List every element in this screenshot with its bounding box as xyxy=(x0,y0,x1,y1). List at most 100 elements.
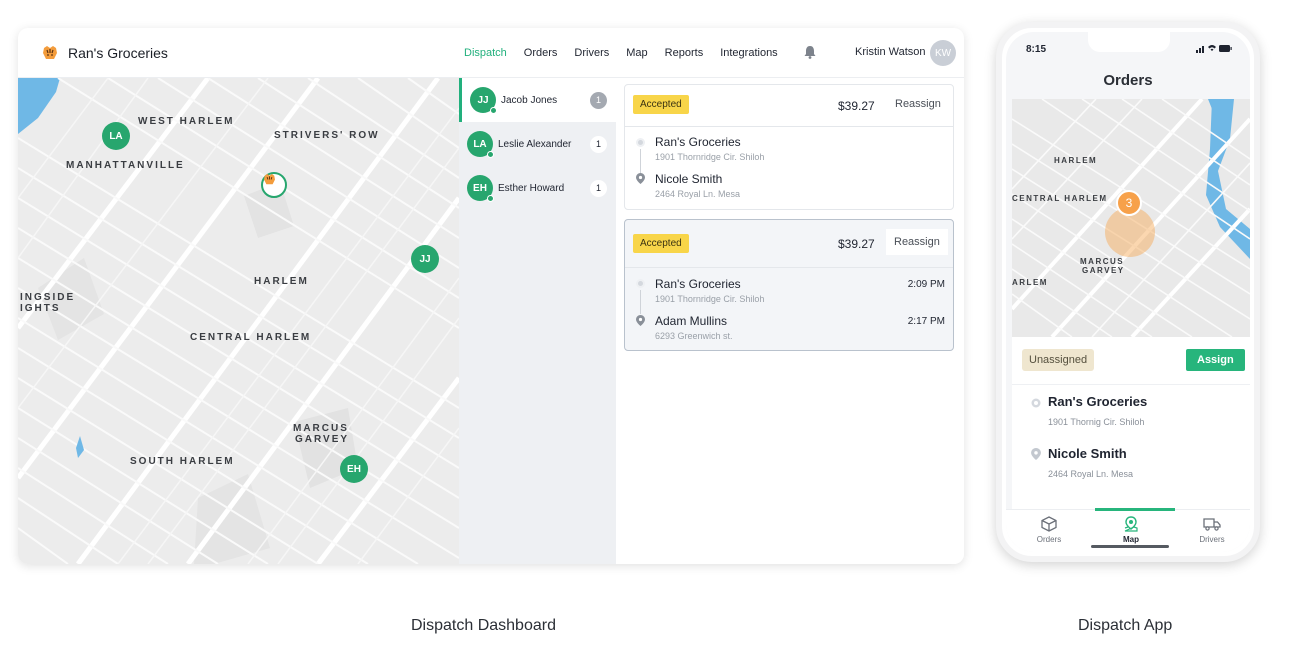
map-label-garvey: GARVEY xyxy=(295,434,350,445)
driver-avatar: EH xyxy=(467,175,494,202)
map-label-west-harlem: WEST HARLEM xyxy=(138,116,235,127)
driver-pin-eh[interactable]: EH xyxy=(340,455,368,483)
nav-integrations[interactable]: Integrations xyxy=(720,47,777,59)
map-label-strivers-row: STRIVERS' ROW xyxy=(274,130,380,141)
driver-item-jacob-jones[interactable]: JJ Jacob Jones 1 xyxy=(459,78,616,122)
driver-pin-la[interactable]: LA xyxy=(102,122,130,150)
status-time: 8:15 xyxy=(1026,44,1047,55)
store-pin[interactable] xyxy=(261,172,287,198)
driver-pin-jj[interactable]: JJ xyxy=(411,245,439,273)
dropoff-address: 2464 Royal Ln. Mesa xyxy=(655,189,741,199)
dispatch-dashboard-window: Ran's Groceries Dispatch Orders Drivers … xyxy=(18,28,964,564)
pickup-name: Ran's Groceries xyxy=(655,135,741,149)
map-label-central-harlem: CENTRAL HARLEM xyxy=(190,332,312,343)
online-dot xyxy=(487,151,494,158)
driver-avatar: JJ xyxy=(470,87,497,114)
order-card-header: Accepted $39.27 Reassign xyxy=(625,220,953,268)
phone-frame: 8:15 Orders HARLEM CENTRAL HARLEM MARCUS… xyxy=(996,22,1260,562)
nav-drivers[interactable]: Drivers xyxy=(574,47,609,59)
dropoff-time: 2:17 PM xyxy=(907,316,945,327)
dropoff-stop: Nicole Smith 2464 Royal Ln. Mesa xyxy=(655,172,740,199)
order-cluster-marker[interactable]: 3 xyxy=(1116,190,1142,216)
pickup-address: 1901 Thornridge Cir. Shiloh xyxy=(655,152,765,162)
driver-order-count: 1 xyxy=(590,135,607,153)
map-label-manhattanville: MANHATTANVILLE xyxy=(66,160,185,171)
driver-initials: EH xyxy=(473,182,487,194)
dispatch-map[interactable]: WEST HARLEM STRIVERS' ROW MANHATTANVILLE… xyxy=(18,78,459,564)
brand[interactable]: Ran's Groceries xyxy=(42,45,168,61)
map-label-heights: IGHTS xyxy=(20,303,61,314)
user-avatar[interactable]: KW xyxy=(930,40,956,66)
nav-reports[interactable]: Reports xyxy=(665,47,704,59)
pickup-stop: Ran's Groceries 1901 Thornig Cir. Shiloh xyxy=(1048,394,1147,427)
status-icons xyxy=(1196,45,1232,53)
order-card-header: Accepted $39.27 Reassign xyxy=(625,85,953,127)
tab-orders[interactable]: Orders xyxy=(1019,516,1079,544)
main-nav: Dispatch Orders Drivers Map Reports Inte… xyxy=(464,28,795,78)
dropoff-address: 6293 Greenwich st. xyxy=(655,331,733,341)
driver-name: Leslie Alexander xyxy=(498,138,572,150)
driver-initials: JJ xyxy=(477,94,489,106)
tab-label: Orders xyxy=(1036,535,1062,544)
order-card-selected[interactable]: Accepted $39.27 Reassign Ran's Groceries… xyxy=(624,219,954,351)
order-price: $39.27 xyxy=(838,237,875,251)
reassign-button[interactable]: Reassign xyxy=(887,91,949,117)
screen-title: Orders xyxy=(1103,72,1153,89)
status-badge: Accepted xyxy=(633,95,689,114)
online-dot xyxy=(490,107,497,114)
map-label-marcus: MARCUS xyxy=(293,423,349,434)
nav-map[interactable]: Map xyxy=(626,47,647,59)
driver-initials: LA xyxy=(473,138,487,150)
status-badge: Unassigned xyxy=(1022,349,1095,371)
pickup-name: Ran's Groceries xyxy=(655,277,741,291)
assign-button[interactable]: Assign xyxy=(1186,349,1245,371)
dropoff-name: Nicole Smith xyxy=(1048,446,1127,461)
driver-item-leslie-alexander[interactable]: LA Leslie Alexander 1 xyxy=(459,122,616,166)
driver-order-count: 1 xyxy=(590,179,607,197)
route-line xyxy=(640,290,641,314)
dropoff-stop: Adam Mullins 6293 Greenwich st. xyxy=(655,314,733,341)
order-card[interactable]: Accepted $39.27 Reassign Ran's Groceries… xyxy=(624,84,954,210)
pickup-dot-icon xyxy=(636,138,645,147)
driver-avatar: LA xyxy=(467,131,494,158)
pickup-time: 2:09 PM xyxy=(907,279,945,290)
map-label-south-harlem: SOUTH HARLEM xyxy=(130,456,235,467)
nav-orders[interactable]: Orders xyxy=(524,47,558,59)
pickup-address: 1901 Thornig Cir. Shiloh xyxy=(1048,417,1145,427)
dropoff-stop: Nicole Smith 2464 Royal Ln. Mesa xyxy=(1048,446,1133,479)
location-pin-icon xyxy=(1031,448,1041,460)
tiger-logo-icon xyxy=(43,45,57,59)
caption-dashboard: Dispatch Dashboard xyxy=(411,617,556,634)
caption-app: Dispatch App xyxy=(1078,617,1173,634)
pickup-dot-icon xyxy=(636,279,645,288)
dropoff-name: Adam Mullins xyxy=(655,314,728,328)
active-tab-indicator xyxy=(1095,508,1175,511)
phone-order-card[interactable]: Unassigned Assign Ran's Groceries 1901 T… xyxy=(1012,337,1250,509)
dropoff-address: 2464 Royal Ln. Mesa xyxy=(1048,469,1134,479)
phone-notch xyxy=(1088,32,1170,52)
status-badge: Accepted xyxy=(633,234,689,253)
truck-icon xyxy=(1203,518,1221,531)
user-name[interactable]: Kristin Watson xyxy=(855,46,926,58)
phone-screen: 8:15 Orders HARLEM CENTRAL HARLEM MARCUS… xyxy=(1006,32,1250,552)
reassign-button[interactable]: Reassign xyxy=(886,229,948,255)
tiger-logo-icon xyxy=(264,174,275,185)
map-label-harlem: HARLEM xyxy=(1054,156,1098,165)
tab-map[interactable]: Map xyxy=(1101,516,1161,544)
top-bar: Ran's Groceries Dispatch Orders Drivers … xyxy=(18,28,964,78)
driver-name: Esther Howard xyxy=(498,182,565,194)
orders-panel: Accepted $39.27 Reassign Ran's Groceries… xyxy=(616,78,964,564)
tab-drivers[interactable]: Drivers xyxy=(1182,516,1242,544)
nav-dispatch[interactable]: Dispatch xyxy=(464,47,507,59)
pickup-dot-icon xyxy=(1031,398,1041,408)
map-label-harlem: HARLEM xyxy=(254,276,309,287)
tab-label: Map xyxy=(1123,535,1139,544)
driver-item-esther-howard[interactable]: EH Esther Howard 1 xyxy=(459,166,616,210)
phone-map[interactable]: HARLEM CENTRAL HARLEM MARCUS GARVEY ARLE… xyxy=(1012,99,1250,337)
map-label-marcus: MARCUS xyxy=(1080,257,1125,266)
online-dot xyxy=(487,195,494,202)
order-price: $39.27 xyxy=(838,99,875,113)
bell-icon[interactable] xyxy=(804,45,816,59)
pickup-name: Ran's Groceries xyxy=(1048,394,1148,409)
route-line xyxy=(640,149,641,173)
